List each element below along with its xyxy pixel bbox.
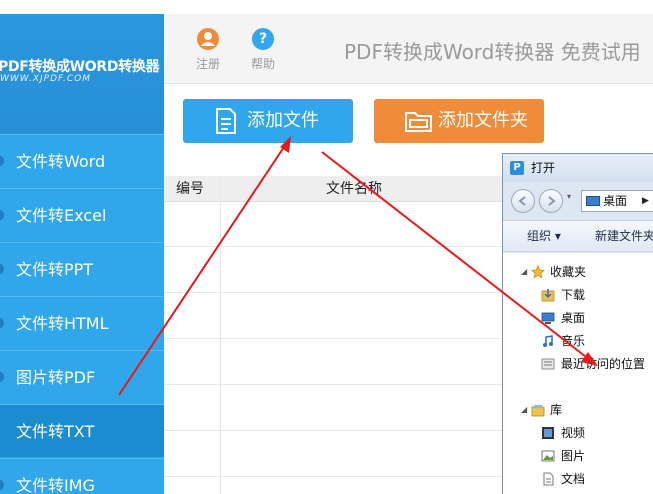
sidebar-item-label: 文件转IMG: [16, 476, 95, 494]
bullet-icon: [0, 210, 4, 220]
tree-item-videos[interactable]: 视频: [503, 422, 653, 444]
sidebar-item-label: 文件转PPT: [16, 260, 94, 279]
logo-website: WWW.XJPDF.COM: [0, 74, 92, 84]
star-icon: [531, 265, 545, 279]
bullet-icon: [0, 156, 4, 166]
sidebar-item-img[interactable]: 文件转IMG: [0, 458, 164, 494]
sidebar-item-image-to-pdf[interactable]: 图片转PDF: [0, 350, 164, 403]
navigation-tree: ◢ 收藏夹 下载 桌面 音乐 最近访问的位置 ◢ 库 视频 图片 文档: [503, 253, 653, 494]
tree-item-label: 桌面: [561, 311, 586, 325]
music-icon: [543, 335, 553, 347]
tree-item-label: 视频: [561, 426, 586, 440]
video-icon: [542, 427, 554, 439]
help-label: 帮助: [250, 57, 275, 71]
user-icon: [197, 28, 219, 50]
add-folder-button[interactable]: 添加文件夹: [374, 99, 544, 143]
tree-item-music[interactable]: 音乐: [503, 330, 653, 352]
sidebar-item-label: 图片转PDF: [16, 368, 96, 387]
app-icon: P: [510, 161, 524, 175]
tree-item-downloads[interactable]: 下载: [503, 284, 653, 306]
documents-icon: [543, 472, 554, 486]
help-icon: ?: [252, 28, 274, 50]
library-icon: [531, 405, 545, 417]
bullet-icon: [0, 318, 4, 328]
sidebar-item-txt[interactable]: 文件转TXT: [0, 404, 164, 457]
folder-icon: [405, 112, 432, 132]
pictures-icon: [541, 450, 555, 462]
sidebar: PDF转换成WORD转换器 WWW.XJPDF.COM 文件转Word 文件转E…: [0, 14, 164, 494]
download-folder-icon: [541, 289, 555, 302]
tree-item-label: 下载: [561, 288, 586, 302]
sidebar-item-word[interactable]: 文件转Word: [0, 134, 164, 187]
tree-item-pictures[interactable]: 图片: [503, 445, 653, 467]
sidebar-item-label: 文件转Excel: [16, 206, 107, 225]
tree-item-label: 收藏夹: [550, 265, 587, 279]
address-bar[interactable]: 桌面 ▶: [581, 190, 653, 212]
column-header-filename: 文件名称: [326, 181, 382, 197]
sidebar-item-excel[interactable]: 文件转Excel: [0, 188, 164, 241]
tree-item-documents[interactable]: 文档: [503, 468, 653, 490]
tree-item-label: 图片: [561, 449, 586, 463]
expand-arrow-icon[interactable]: ◢: [521, 399, 527, 421]
dialog-navigation: ▾ 桌面 ▶: [503, 182, 653, 218]
bullet-icon: [0, 372, 4, 382]
address-text: 桌面: [603, 194, 628, 208]
logo-title: PDF转换成WORD转换器: [0, 59, 160, 75]
recent-places-icon: [541, 358, 555, 370]
add-folder-label: 添加文件夹: [438, 110, 528, 131]
column-divider: [220, 176, 221, 494]
register-button[interactable]: 注册: [188, 28, 228, 72]
desktop-icon: [586, 196, 600, 206]
tree-item-favorites[interactable]: ◢ 收藏夹: [503, 261, 653, 283]
desktop-icon: [541, 312, 555, 324]
tree-item-label: 文档: [561, 472, 586, 486]
column-header-number: 编号: [176, 181, 204, 197]
sidebar-item-label: 文件转HTML: [16, 314, 109, 333]
help-button[interactable]: ? 帮助: [243, 28, 283, 72]
dialog-title: 打开: [531, 161, 556, 175]
tree-item-label: 库: [550, 403, 563, 417]
register-label: 注册: [195, 57, 220, 71]
file-icon: [216, 108, 236, 134]
sidebar-item-label: 文件转TXT: [16, 422, 95, 441]
logo-area: PDF转换成WORD转换器 WWW.XJPDF.COM: [0, 14, 164, 134]
organize-button[interactable]: 组织 ▾: [527, 221, 561, 251]
new-folder-button[interactable]: 新建文件夹: [595, 221, 653, 251]
open-file-dialog: P 打开 ▾ 桌面 ▶ 组织 ▾ 新建文件夹 ◢ 收藏夹 下载 桌面 音乐 最近…: [502, 153, 653, 494]
dialog-titlebar: P 打开: [503, 154, 653, 182]
tree-item-recent-places[interactable]: 最近访问的位置: [503, 353, 653, 375]
sidebar-item-html[interactable]: 文件转HTML: [0, 296, 164, 349]
history-dropdown-icon[interactable]: ▾: [567, 192, 571, 201]
add-file-button[interactable]: 添加文件: [183, 99, 353, 143]
dialog-toolbar: 组织 ▾ 新建文件夹: [503, 220, 653, 252]
chevron-right-icon[interactable]: ▶: [642, 191, 649, 211]
expand-arrow-icon[interactable]: ◢: [521, 261, 527, 283]
back-arrow-icon: [518, 196, 526, 206]
top-toolbar: 注册 ? 帮助 PDF转换成Word转换器 免费试用: [164, 14, 653, 84]
forward-button[interactable]: [539, 189, 563, 213]
bullet-icon: [0, 480, 4, 490]
tree-item-desktop[interactable]: 桌面: [503, 307, 653, 329]
sidebar-item-ppt[interactable]: 文件转PPT: [0, 242, 164, 295]
bullet-icon: [0, 264, 4, 274]
add-file-label: 添加文件: [247, 110, 319, 131]
sidebar-item-label: 文件转Word: [16, 152, 106, 171]
tree-item-libraries[interactable]: ◢ 库: [503, 399, 653, 421]
tree-item-label: 最近访问的位置: [561, 357, 646, 371]
tree-item-label: 音乐: [561, 334, 586, 348]
forward-arrow-icon: [548, 196, 556, 206]
app-title: PDF转换成Word转换器 免费试用: [344, 40, 641, 64]
back-button[interactable]: [511, 189, 535, 213]
